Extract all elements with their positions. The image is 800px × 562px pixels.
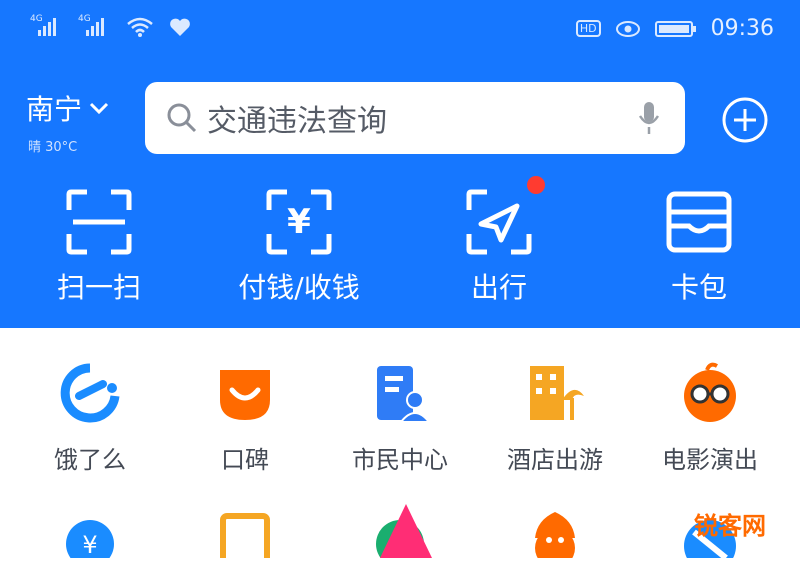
app-label: 市民中心 bbox=[352, 446, 448, 474]
app-label: 酒店出游 bbox=[507, 446, 603, 474]
battery-icon bbox=[654, 20, 696, 37]
app-citizen-center[interactable]: 市民中心 bbox=[320, 360, 480, 480]
pay-icon: ¥ bbox=[266, 189, 332, 255]
koubei-icon bbox=[220, 370, 270, 420]
search-placeholder: 交通违法查询 bbox=[207, 104, 387, 139]
quick-action-label: 卡包 bbox=[670, 271, 727, 304]
watermark: 锐客网 bbox=[694, 512, 766, 540]
weather-info: 晴 30°C bbox=[28, 140, 78, 155]
eleme-icon bbox=[60, 363, 120, 423]
app-eleme[interactable]: 饿了么 bbox=[10, 360, 170, 480]
svg-text:¥: ¥ bbox=[82, 531, 97, 558]
notification-dot bbox=[527, 176, 545, 194]
phone-frame-icon bbox=[220, 513, 270, 562]
app-hotel-travel[interactable]: 酒店出游 bbox=[475, 360, 635, 480]
app-label: 电影演出 bbox=[662, 446, 758, 474]
travel-icon bbox=[466, 189, 532, 255]
quick-action-label: 出行 bbox=[470, 271, 527, 304]
quick-action-label: 扫一扫 bbox=[56, 271, 141, 304]
search-bar[interactable]: 交通违法查询 bbox=[145, 82, 685, 154]
add-button[interactable] bbox=[722, 97, 768, 143]
green-app-icon bbox=[376, 504, 432, 562]
hd-badge: HD bbox=[575, 20, 601, 37]
app-row2-3[interactable] bbox=[320, 498, 480, 562]
city-name: 南宁 bbox=[26, 93, 83, 126]
citizen-center-icon bbox=[377, 366, 432, 423]
app-row2-2[interactable] bbox=[165, 498, 325, 562]
card-wallet-icon bbox=[666, 191, 732, 253]
microphone-icon[interactable] bbox=[637, 100, 661, 136]
hotel-travel-icon bbox=[530, 366, 584, 420]
wifi-icon bbox=[127, 17, 153, 37]
app-label: 口碑 bbox=[221, 446, 269, 474]
scan-icon bbox=[66, 189, 132, 255]
bird-mascot-icon bbox=[535, 512, 575, 562]
cellular-signal-icon: 4G bbox=[78, 14, 112, 38]
city-selector[interactable]: 南宁 bbox=[26, 88, 110, 128]
app-row2-4[interactable] bbox=[475, 498, 635, 562]
app-movie-show[interactable]: 电影演出 bbox=[630, 360, 790, 480]
app-label: 饿了么 bbox=[54, 446, 126, 474]
quick-action-label: 付钱/收钱 bbox=[238, 271, 360, 304]
app-koubei[interactable]: 口碑 bbox=[165, 360, 325, 480]
heart-icon bbox=[170, 18, 190, 36]
app-row2-1[interactable]: ¥ bbox=[10, 498, 170, 562]
quick-action-travel[interactable]: 出行 bbox=[419, 186, 579, 316]
svg-text:¥: ¥ bbox=[287, 202, 311, 242]
quick-action-pay[interactable]: ¥ 付钱/收钱 bbox=[219, 186, 379, 316]
chevron-down-icon bbox=[89, 102, 109, 115]
cellular-signal-icon: 4G bbox=[30, 14, 64, 38]
movie-show-icon bbox=[684, 362, 736, 422]
clock: 09:36 bbox=[710, 16, 774, 41]
quick-action-card-wallet[interactable]: 卡包 bbox=[619, 186, 779, 316]
search-icon bbox=[167, 103, 197, 133]
quick-action-scan[interactable]: 扫一扫 bbox=[19, 186, 179, 316]
eye-icon bbox=[615, 20, 640, 37]
yuan-circle-icon: ¥ bbox=[66, 520, 114, 562]
status-bar: 4G 4G HD 09:36 bbox=[0, 14, 800, 54]
